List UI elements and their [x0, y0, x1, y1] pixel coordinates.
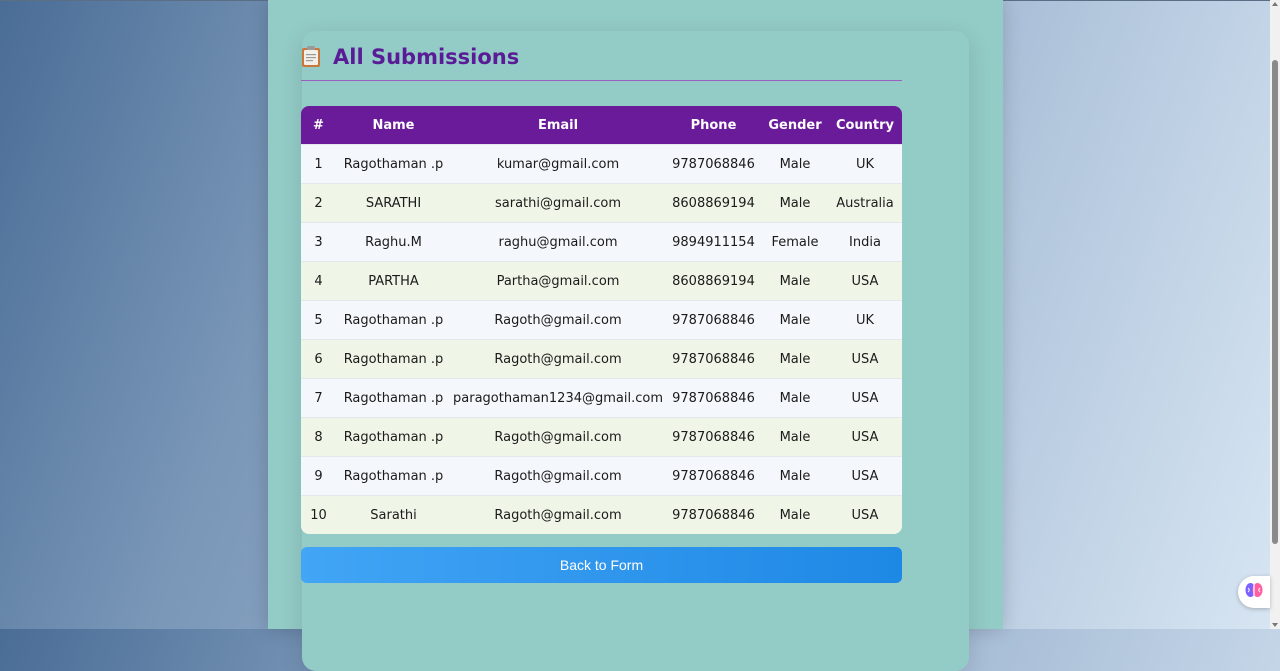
- cell-number: 7: [301, 378, 336, 417]
- cell-email: kumar@gmail.com: [451, 144, 665, 183]
- scroll-up-arrow-icon[interactable]: [1272, 2, 1278, 6]
- cell-country: USA: [828, 378, 902, 417]
- page-scrollbar[interactable]: [1270, 0, 1280, 629]
- cell-name: Ragothaman .p: [336, 339, 451, 378]
- cell-number: 10: [301, 495, 336, 534]
- cell-gender: Male: [762, 144, 828, 183]
- cell-phone: 9894911154: [665, 222, 762, 261]
- scroll-down-arrow-icon[interactable]: [1272, 623, 1278, 627]
- cell-email: Ragoth@gmail.com: [451, 495, 665, 534]
- table-row: 1 Ragothaman .p kumar@gmail.com 97870688…: [301, 144, 902, 183]
- header-gender: Gender: [762, 106, 828, 144]
- cell-number: 3: [301, 222, 336, 261]
- content-panel: All Submissions # Name Email Phone Gende…: [268, 0, 1003, 671]
- header-number: #: [301, 106, 336, 144]
- cell-number: 5: [301, 300, 336, 339]
- page-header: All Submissions: [301, 44, 902, 81]
- cell-gender: Male: [762, 495, 828, 534]
- cell-email: Partha@gmail.com: [451, 261, 665, 300]
- cell-name: Raghu.M: [336, 222, 451, 261]
- cell-number: 8: [301, 417, 336, 456]
- cell-gender: Male: [762, 300, 828, 339]
- cell-country: USA: [828, 456, 902, 495]
- cell-email: Ragoth@gmail.com: [451, 417, 665, 456]
- table-row: 7 Ragothaman .p paragothaman1234@gmail.c…: [301, 378, 902, 417]
- cell-number: 9: [301, 456, 336, 495]
- table-row: 4 PARTHA Partha@gmail.com 8608869194 Mal…: [301, 261, 902, 300]
- header-phone: Phone: [665, 106, 762, 144]
- cell-gender: Male: [762, 456, 828, 495]
- cell-gender: Male: [762, 417, 828, 456]
- brain-icon: [1245, 582, 1263, 603]
- cell-country: USA: [828, 495, 902, 534]
- table-row: 9 Ragothaman .p Ragoth@gmail.com 9787068…: [301, 456, 902, 495]
- submissions-table: # Name Email Phone Gender Country 1 Rago…: [301, 106, 902, 534]
- cell-number: 4: [301, 261, 336, 300]
- cell-phone: 9787068846: [665, 495, 762, 534]
- cell-name: Ragothaman .p: [336, 144, 451, 183]
- cell-gender: Male: [762, 261, 828, 300]
- cell-country: USA: [828, 417, 902, 456]
- cell-name: PARTHA: [336, 261, 451, 300]
- cell-country: USA: [828, 261, 902, 300]
- cell-gender: Female: [762, 222, 828, 261]
- cell-phone: 8608869194: [665, 261, 762, 300]
- table-header-row: # Name Email Phone Gender Country: [301, 106, 902, 144]
- cell-phone: 9787068846: [665, 378, 762, 417]
- table-row: 6 Ragothaman .p Ragoth@gmail.com 9787068…: [301, 339, 902, 378]
- header-email: Email: [451, 106, 665, 144]
- cell-name: Ragothaman .p: [336, 300, 451, 339]
- table-row: 2 SARATHI sarathi@gmail.com 8608869194 M…: [301, 183, 902, 222]
- cell-email: Ragoth@gmail.com: [451, 339, 665, 378]
- cell-number: 1: [301, 144, 336, 183]
- page-title: All Submissions: [333, 45, 520, 69]
- header-country: Country: [828, 106, 902, 144]
- header-name: Name: [336, 106, 451, 144]
- cell-country: India: [828, 222, 902, 261]
- cell-email: Ragoth@gmail.com: [451, 456, 665, 495]
- cell-phone: 9787068846: [665, 417, 762, 456]
- table-row: 5 Ragothaman .p Ragoth@gmail.com 9787068…: [301, 300, 902, 339]
- cell-number: 6: [301, 339, 336, 378]
- cell-name: Ragothaman .p: [336, 417, 451, 456]
- cell-email: paragothaman1234@gmail.com: [451, 378, 665, 417]
- cell-phone: 8608869194: [665, 183, 762, 222]
- cell-country: USA: [828, 339, 902, 378]
- cell-gender: Male: [762, 378, 828, 417]
- extension-button[interactable]: [1238, 576, 1270, 608]
- table-row: 10 Sarathi Ragoth@gmail.com 9787068846 M…: [301, 495, 902, 534]
- cell-gender: Male: [762, 183, 828, 222]
- clipboard-icon: [301, 45, 321, 68]
- cell-name: SARATHI: [336, 183, 451, 222]
- cell-phone: 9787068846: [665, 339, 762, 378]
- cell-phone: 9787068846: [665, 300, 762, 339]
- cell-country: UK: [828, 300, 902, 339]
- cell-email: raghu@gmail.com: [451, 222, 665, 261]
- scrollbar-thumb[interactable]: [1272, 60, 1278, 544]
- table-row: 8 Ragothaman .p Ragoth@gmail.com 9787068…: [301, 417, 902, 456]
- cell-email: sarathi@gmail.com: [451, 183, 665, 222]
- cell-name: Sarathi: [336, 495, 451, 534]
- cell-gender: Male: [762, 339, 828, 378]
- cell-number: 2: [301, 183, 336, 222]
- cell-phone: 9787068846: [665, 144, 762, 183]
- cell-country: UK: [828, 144, 902, 183]
- cell-email: Ragoth@gmail.com: [451, 300, 665, 339]
- cell-name: Ragothaman .p: [336, 456, 451, 495]
- cell-country: Australia: [828, 183, 902, 222]
- cell-phone: 9787068846: [665, 456, 762, 495]
- back-to-form-button[interactable]: Back to Form: [301, 547, 902, 583]
- cell-name: Ragothaman .p: [336, 378, 451, 417]
- table-row: 3 Raghu.M raghu@gmail.com 9894911154 Fem…: [301, 222, 902, 261]
